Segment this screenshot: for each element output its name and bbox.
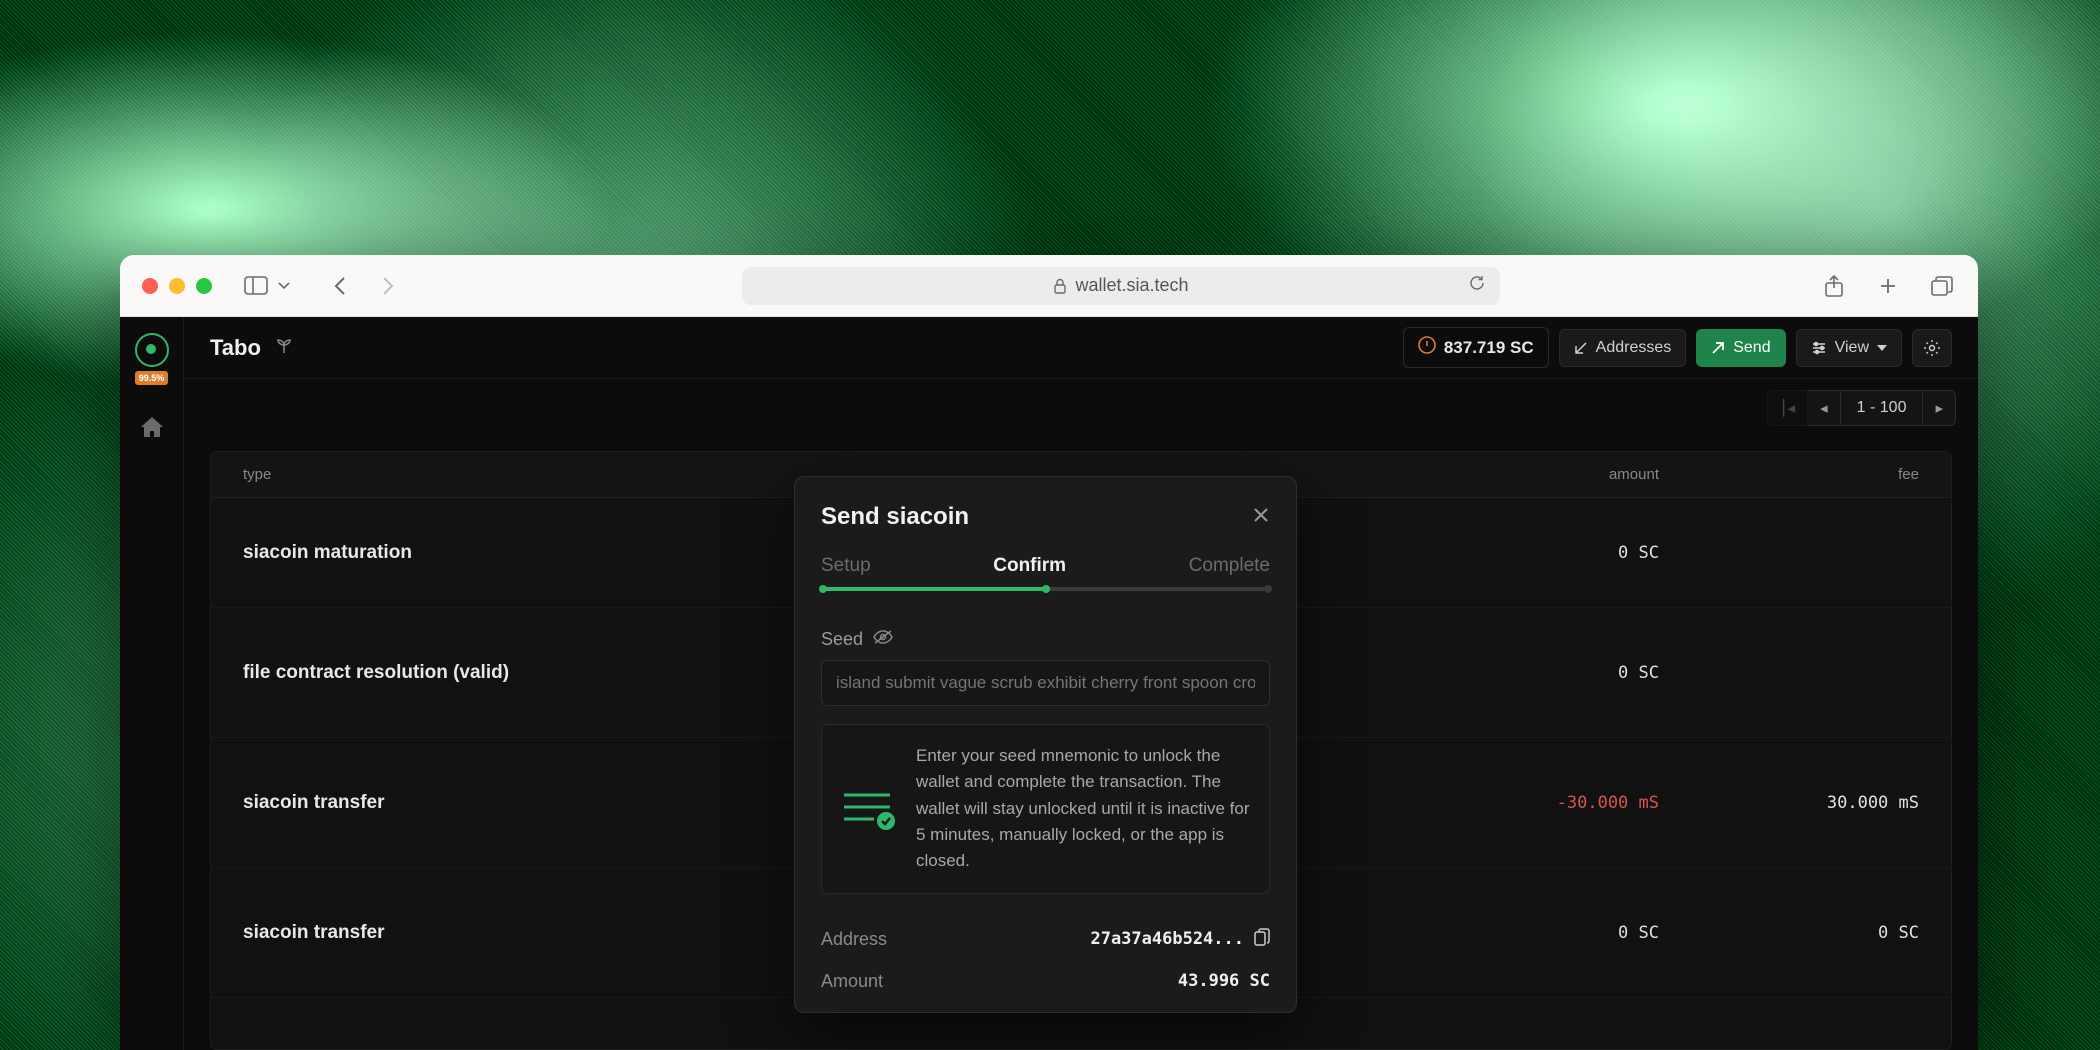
progress-dot	[819, 585, 827, 593]
arrow-out-icon	[1711, 341, 1725, 355]
send-label: Send	[1733, 339, 1770, 357]
modal-title: Send siacoin	[821, 503, 969, 531]
traffic-lights	[142, 278, 212, 294]
tx-amount: 0 SC	[1399, 923, 1659, 943]
step-confirm: Confirm	[993, 555, 1066, 577]
tx-amount: 0 SC	[1399, 663, 1659, 683]
address-value: 27a37a46b524...	[1090, 929, 1244, 949]
app-sidebar: 99.5%	[120, 317, 184, 1050]
progress-track	[821, 587, 1270, 591]
progress-dot	[1264, 585, 1272, 593]
step-complete: Complete	[1189, 555, 1270, 577]
arrow-in-icon	[1574, 341, 1588, 355]
warning-icon	[1418, 336, 1436, 359]
addresses-button[interactable]: Addresses	[1559, 329, 1687, 367]
send-button[interactable]: Send	[1696, 329, 1785, 367]
new-tab-icon[interactable]	[1874, 272, 1902, 300]
page-title: Tabo	[210, 335, 261, 361]
tx-amount: 0 SC	[1399, 543, 1659, 563]
amount-value: 43.996 SC	[1178, 971, 1270, 991]
maximize-window-button[interactable]	[196, 278, 212, 294]
send-siacoin-modal: Send siacoin Setup Confirm Complete Seed…	[794, 476, 1297, 1013]
balance-value: 837.719 SC	[1444, 338, 1534, 358]
forward-button[interactable]	[374, 272, 402, 300]
page-first-button[interactable]: ⎮◂	[1767, 390, 1808, 426]
minimize-window-button[interactable]	[169, 278, 185, 294]
back-button[interactable]	[326, 272, 354, 300]
info-text: Enter your seed mnemonic to unlock the w…	[916, 743, 1251, 875]
progress-dot	[1042, 585, 1050, 593]
home-icon[interactable]	[139, 415, 165, 444]
close-window-button[interactable]	[142, 278, 158, 294]
tx-amount: -30.000 mS	[1399, 793, 1659, 813]
progress-fill	[821, 587, 1046, 591]
tx-fee: 0 SC	[1659, 923, 1919, 943]
sync-badge: 99.5%	[135, 371, 169, 385]
app-logo-wrap[interactable]: 99.5%	[135, 333, 169, 385]
tabs-icon[interactable]	[1928, 272, 1956, 300]
view-label: View	[1835, 339, 1869, 357]
balance-pill[interactable]: 837.719 SC	[1403, 327, 1549, 368]
chevron-down-icon	[1877, 345, 1887, 351]
url-bar[interactable]: wallet.sia.tech	[742, 267, 1500, 305]
amount-label: Amount	[821, 971, 883, 992]
share-icon[interactable]	[1820, 272, 1848, 300]
view-button[interactable]: View	[1796, 329, 1902, 367]
seed-input[interactable]	[821, 660, 1270, 706]
col-fee-header: fee	[1659, 466, 1919, 483]
page-next-button[interactable]: ▸	[1923, 390, 1956, 426]
close-icon[interactable]	[1252, 506, 1270, 529]
reload-icon[interactable]	[1468, 274, 1486, 297]
modal-steps: Setup Confirm Complete	[821, 555, 1270, 577]
step-setup: Setup	[821, 555, 871, 577]
browser-title-bar: wallet.sia.tech	[120, 255, 1978, 317]
copy-icon[interactable]	[1254, 928, 1270, 951]
lock-icon	[1053, 278, 1067, 294]
sliders-icon	[1811, 341, 1827, 355]
settings-button[interactable]	[1912, 329, 1952, 367]
header-bar: Tabo 837.719 SC Addresses	[184, 317, 1978, 379]
address-label: Address	[821, 929, 887, 950]
amount-row: Amount 43.996 SC	[821, 961, 1270, 1002]
sidebar-toggle-icon[interactable]	[242, 272, 270, 300]
chevron-down-icon[interactable]	[270, 272, 298, 300]
sprout-icon	[275, 336, 293, 359]
eye-off-icon[interactable]	[873, 629, 893, 650]
pagination-bar: ⎮◂ ◂ 1 - 100 ▸	[184, 379, 1978, 437]
info-box: Enter your seed mnemonic to unlock the w…	[821, 724, 1270, 894]
col-amount-header: amount	[1399, 466, 1659, 483]
tx-fee: 30.000 mS	[1659, 793, 1919, 813]
app-logo-icon	[135, 333, 169, 367]
gear-icon	[1923, 339, 1941, 357]
addresses-label: Addresses	[1596, 339, 1672, 357]
url-text: wallet.sia.tech	[1075, 275, 1188, 296]
list-check-icon	[840, 743, 896, 875]
page-prev-button[interactable]: ◂	[1808, 390, 1841, 426]
address-row: Address 27a37a46b524...	[821, 918, 1270, 961]
seed-label: Seed	[821, 629, 863, 650]
page-range: 1 - 100	[1841, 390, 1924, 426]
